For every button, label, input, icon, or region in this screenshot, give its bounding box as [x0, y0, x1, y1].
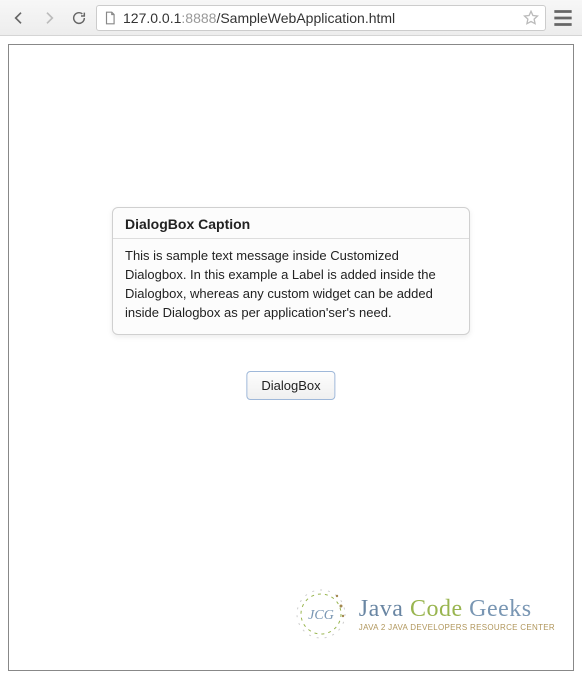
- dialog-box[interactable]: DialogBox Caption This is sample text me…: [112, 207, 470, 335]
- logo: JCG Java Code Geeks Java 2 Java Develope…: [293, 586, 555, 642]
- address-bar[interactable]: 127.0.0.1:8888/SampleWebApplication.html: [96, 5, 546, 31]
- arrow-right-icon: [41, 10, 57, 26]
- url-path: /SampleWebApplication.html: [216, 10, 395, 26]
- bookmark-star-icon[interactable]: [523, 10, 539, 26]
- reload-icon: [71, 10, 87, 26]
- logo-word-java: Java: [359, 596, 404, 622]
- logo-text: Java Code Geeks Java 2 Java Developers R…: [359, 597, 555, 632]
- reload-button[interactable]: [66, 5, 92, 31]
- url-host: 127.0.0.1: [123, 10, 181, 26]
- logo-word-geeks: Geeks: [469, 596, 531, 622]
- logo-word-code: Code: [410, 596, 463, 622]
- url-text: 127.0.0.1:8888/SampleWebApplication.html: [123, 10, 395, 26]
- page-icon: [103, 11, 117, 25]
- browser-toolbar: 127.0.0.1:8888/SampleWebApplication.html: [0, 0, 582, 36]
- hamburger-icon: [550, 5, 576, 31]
- logo-title: Java Code Geeks: [359, 597, 555, 621]
- svg-text:JCG: JCG: [308, 608, 334, 623]
- button-container: DialogBox: [246, 371, 335, 400]
- back-button[interactable]: [6, 5, 32, 31]
- url-port: :8888: [181, 10, 216, 26]
- logo-mark-icon: JCG: [293, 586, 349, 642]
- dialogbox-button[interactable]: DialogBox: [246, 371, 335, 400]
- arrow-left-icon: [11, 10, 27, 26]
- page-content: DialogBox Caption This is sample text me…: [8, 44, 574, 671]
- hamburger-menu-button[interactable]: [550, 5, 576, 31]
- dialog-body: This is sample text message inside Custo…: [113, 239, 469, 334]
- dialog-caption[interactable]: DialogBox Caption: [113, 208, 469, 239]
- viewport: DialogBox Caption This is sample text me…: [0, 36, 582, 679]
- logo-tagline: Java 2 Java Developers Resource Center: [359, 624, 555, 632]
- forward-button[interactable]: [36, 5, 62, 31]
